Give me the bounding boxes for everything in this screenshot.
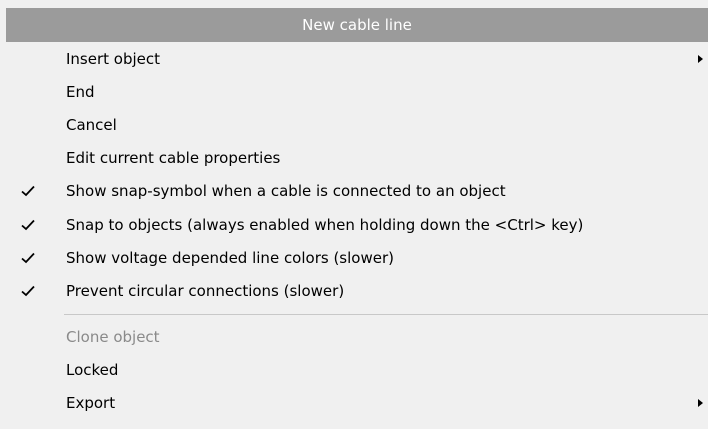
menu-item-end[interactable]: End bbox=[0, 75, 708, 108]
menu-item-show-snap-symbol[interactable]: Show snap-symbol when a cable is connect… bbox=[0, 175, 708, 208]
menu-item-label: Export bbox=[66, 394, 116, 413]
menu-item-label: End bbox=[66, 82, 95, 101]
menu-item-edit-cable-properties[interactable]: Edit current cable properties bbox=[0, 142, 708, 175]
menu-item-label: Insert object bbox=[66, 49, 161, 68]
menu-item-label: Show snap-symbol when a cable is connect… bbox=[66, 182, 506, 201]
menu-item-label: Show voltage depended line colors (slowe… bbox=[66, 248, 394, 267]
menu-item-label: Snap to objects (always enabled when hol… bbox=[66, 215, 584, 234]
checkmark-icon bbox=[20, 250, 36, 266]
menu-item-snap-to-objects[interactable]: Snap to objects (always enabled when hol… bbox=[0, 208, 708, 241]
menu-item-insert-object[interactable]: Insert object bbox=[0, 42, 708, 75]
menu-item-label: Edit current cable properties bbox=[66, 149, 281, 168]
context-menu: New cable line Insert object End Cancel … bbox=[0, 0, 708, 429]
menu-title: New cable line bbox=[6, 8, 708, 42]
menu-item-voltage-line-colors[interactable]: Show voltage depended line colors (slowe… bbox=[0, 241, 708, 274]
menu-item-locked[interactable]: Locked bbox=[0, 354, 708, 387]
checkmark-icon bbox=[20, 283, 36, 299]
menu-item-label: Locked bbox=[66, 361, 119, 380]
menu-item-export[interactable]: Export bbox=[0, 387, 708, 420]
menu-item-label: Cancel bbox=[66, 115, 117, 134]
submenu-arrow-icon bbox=[698, 54, 703, 63]
menu-item-clone-object: Clone object bbox=[0, 321, 708, 354]
menu-item-cancel[interactable]: Cancel bbox=[0, 108, 708, 141]
menu-item-label: Clone object bbox=[66, 328, 160, 347]
menu-item-prevent-circular-connections[interactable]: Prevent circular connections (slower) bbox=[0, 274, 708, 307]
menu-items: Insert object End Cancel Edit current ca… bbox=[0, 42, 708, 420]
menu-separator bbox=[64, 313, 708, 315]
checkmark-icon bbox=[20, 217, 36, 233]
submenu-arrow-icon bbox=[698, 399, 703, 408]
checkmark-icon bbox=[20, 183, 36, 199]
menu-item-label: Prevent circular connections (slower) bbox=[66, 281, 345, 300]
